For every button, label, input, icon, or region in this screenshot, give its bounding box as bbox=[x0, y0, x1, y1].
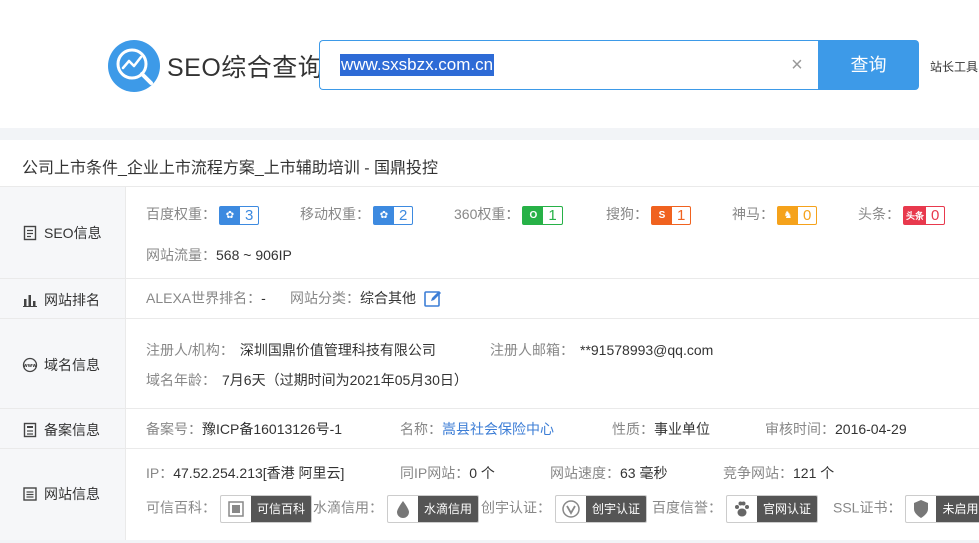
baidu-paw-icon bbox=[727, 496, 757, 522]
domain-info-label: 域名信息 bbox=[44, 357, 100, 373]
domain-info-row: www 域名信息 注册人/机构： 深圳国鼎价值管理科技有限公司 注册人邮箱： **9… bbox=[0, 319, 979, 409]
baidu-credit-badge[interactable]: 官网认证 bbox=[726, 495, 819, 523]
mobile-weight: 移动权重： ✿ 2 bbox=[300, 204, 414, 225]
registrant: 注册人/机构： 深圳国鼎价值管理科技有限公司 bbox=[146, 342, 436, 358]
icp-number: 备案号：豫ICP备16013126号-1 bbox=[146, 421, 343, 437]
sogou-icon: S bbox=[652, 206, 672, 224]
site-title: 公司上市条件_企业上市流程方案_上市辅助培训 - 国鼎投控 bbox=[22, 160, 439, 177]
baidu-weight-badge[interactable]: ✿ 3 bbox=[219, 205, 260, 225]
seo-info-row: SEO信息 百度权重： ✿ 3 移动权重： ✿ 2 360权重： O 1 搜狗： S 1 神马：… bbox=[0, 187, 979, 279]
same-ip-sites: 同IP网站：0 个 bbox=[400, 465, 495, 481]
ip-address: IP：47.52.254.213[香港 阿里云] bbox=[146, 465, 345, 481]
baidu-weight: 百度权重： ✿ 3 bbox=[146, 204, 260, 225]
shuidi-cert-badge[interactable]: 水滴信用 bbox=[387, 495, 480, 523]
toutiao-weight: 头条： 头条 0 bbox=[858, 204, 946, 225]
result-panel: 公司上市条件_企业上市流程方案_上市辅助培训 - 国鼎投控 SEO信息 百度权重… bbox=[0, 140, 979, 540]
site-traffic: 网站流量：568 ~ 906IP bbox=[146, 247, 292, 263]
chuangyu-cert-badge[interactable]: 创宇认证 bbox=[555, 495, 648, 523]
sogou-weight: 搜狗： S 1 bbox=[606, 204, 692, 225]
shenma-icon: ♞ bbox=[778, 206, 798, 224]
alexa-rank: ALEXA世界排名：- bbox=[146, 290, 266, 306]
site-info-row: 网站信息 IP：47.52.254.213[香港 阿里云] 同IP网站：0 个 … bbox=[0, 449, 979, 540]
site-rank-label: 网站排名 bbox=[44, 292, 100, 308]
header: SEO综合查询 www.sxsbzx.com.cn × 查询 站长工具 bbox=[0, 0, 979, 128]
document-icon bbox=[23, 225, 37, 241]
baidu-credit-cert: 百度信誉： 官网认证 bbox=[652, 495, 819, 523]
shenma-weight-badge[interactable]: ♞ 0 bbox=[777, 205, 818, 225]
site-category: 网站分类：综合其他 bbox=[290, 288, 442, 308]
competitor-sites: 竞争网站：121 个 bbox=[723, 465, 835, 481]
icp-info-label-cell: 备案信息 bbox=[0, 409, 126, 448]
registrant-email: 注册人邮箱： **91578993@qq.com bbox=[490, 342, 714, 358]
search-button[interactable]: 查询 bbox=[818, 40, 919, 90]
baidu-paw-icon: ✿ bbox=[220, 206, 240, 224]
edit-icon[interactable] bbox=[424, 290, 442, 308]
icp-audit-time: 审核时间：2016-04-29 bbox=[765, 421, 907, 437]
s360-weight-badge[interactable]: O1 bbox=[522, 205, 563, 225]
domain-info-label-cell: www 域名信息 bbox=[0, 319, 126, 408]
tools-link[interactable]: 站长工具 bbox=[930, 58, 978, 75]
site-rank-row: 网站排名 ALEXA世界排名：- 网站分类：综合其他 bbox=[0, 279, 979, 319]
site-info-label-cell: 网站信息 bbox=[0, 449, 126, 540]
site-rank-label-cell: 网站排名 bbox=[0, 279, 126, 318]
sogou-weight-badge[interactable]: S1 bbox=[651, 205, 692, 225]
seo-info-label: SEO信息 bbox=[44, 225, 102, 241]
mobile-weight-badge[interactable]: ✿ 2 bbox=[373, 205, 414, 225]
kexin-cert: 可信百科： 可信百科 bbox=[146, 495, 313, 523]
site-title-row: 公司上市条件_企业上市流程方案_上市辅助培训 - 国鼎投控 bbox=[0, 140, 979, 187]
clear-icon[interactable]: × bbox=[788, 55, 806, 75]
s360-icon: O bbox=[523, 206, 544, 224]
ssl-cert: SSL证书： 未启用 bbox=[833, 495, 979, 523]
kexin-icon bbox=[221, 496, 251, 522]
verified-v-icon bbox=[556, 496, 586, 522]
seo-info-label-cell: SEO信息 bbox=[0, 187, 126, 278]
icp-info-row: 备案信息 备案号：豫ICP备16013126号-1 名称：嵩县社会保险中心 性质… bbox=[0, 409, 979, 449]
site-speed: 网站速度：63 毫秒 bbox=[550, 465, 668, 481]
ssl-shield-icon bbox=[906, 496, 936, 522]
search-input[interactable]: www.sxsbzx.com.cn bbox=[319, 40, 820, 90]
svg-text:www: www bbox=[23, 363, 37, 369]
water-drop-icon bbox=[388, 496, 418, 522]
ssl-cert-badge[interactable]: 未启用 bbox=[905, 495, 979, 523]
seo-logo-icon bbox=[108, 40, 160, 92]
baidu-paw-icon: ✿ bbox=[374, 206, 394, 224]
bar-chart-icon bbox=[23, 295, 37, 307]
s360-weight: 360权重： O 1 bbox=[454, 204, 563, 225]
toutiao-weight-badge[interactable]: 头条 0 bbox=[903, 205, 946, 225]
brand-title: SEO综合查询 bbox=[167, 54, 324, 82]
domain-age: 域名年龄： 7月6天（过期时间为2021年05月30日） bbox=[146, 372, 468, 388]
icp-nature: 性质：事业单位 bbox=[612, 421, 710, 437]
kexin-cert-badge[interactable]: 可信百科 bbox=[220, 495, 313, 523]
search-input-value[interactable]: www.sxsbzx.com.cn bbox=[340, 54, 495, 76]
chuangyu-cert: 创宇认证： 创宇认证 bbox=[481, 495, 648, 523]
shuidi-cert: 水滴信用： 水滴信用 bbox=[313, 495, 480, 523]
toutiao-icon: 头条 bbox=[904, 206, 926, 224]
icp-info-label: 备案信息 bbox=[44, 422, 100, 438]
www-globe-icon: www bbox=[22, 357, 37, 373]
record-icon bbox=[23, 422, 37, 438]
shenma-weight: 神马： ♞ 0 bbox=[732, 204, 818, 225]
icp-name: 名称：嵩县社会保险中心 bbox=[400, 421, 554, 437]
list-icon bbox=[23, 487, 37, 501]
site-info-label: 网站信息 bbox=[44, 486, 100, 502]
icp-name-link[interactable]: 嵩县社会保险中心 bbox=[442, 421, 554, 437]
